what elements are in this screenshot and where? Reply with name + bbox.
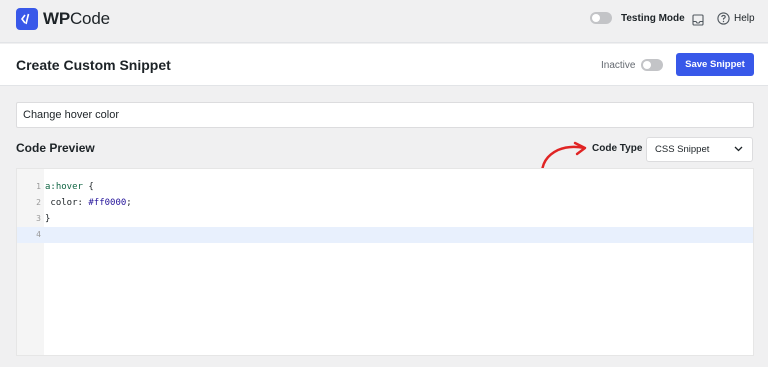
code-type-label: Code Type: [592, 143, 643, 154]
line-number: 1: [36, 182, 41, 191]
code-line[interactable]: 1 a:hover {: [17, 179, 753, 195]
logo-text: WPCode: [43, 9, 110, 28]
line-number: 3: [36, 214, 41, 223]
code-editor[interactable]: 1 a:hover { 2 color: #ff0000; 3 } 4: [16, 168, 754, 356]
snippet-status[interactable]: Inactive: [601, 59, 664, 71]
save-snippet-button[interactable]: Save Snippet: [676, 53, 754, 76]
wpcode-logo[interactable]: WPCode: [16, 8, 110, 30]
help-link[interactable]: Help: [717, 12, 755, 25]
testing-mode-label: Testing Mode: [621, 12, 685, 24]
snippet-title-input[interactable]: [16, 102, 754, 128]
page-header: Create Custom Snippet Inactive Save Snip…: [0, 44, 768, 86]
code-text: color: #ff0000;: [45, 198, 132, 208]
testing-mode-switch[interactable]: [590, 12, 612, 24]
code-line-active[interactable]: 4: [17, 227, 753, 243]
top-bar: WPCode Testing Mode Help: [0, 0, 768, 43]
code-line[interactable]: 2 color: #ff0000;: [17, 195, 753, 211]
chevron-down-icon: [734, 146, 743, 152]
line-number: 4: [36, 230, 41, 239]
help-label: Help: [734, 13, 755, 24]
code-text: a:hover {: [45, 182, 94, 192]
inbox-icon[interactable]: [692, 13, 704, 31]
code-line[interactable]: 3 }: [17, 211, 753, 227]
line-number: 2: [36, 198, 41, 207]
code-bracket-icon: [16, 8, 38, 30]
code-type-select[interactable]: CSS Snippet: [646, 137, 753, 162]
question-circle-icon: [717, 12, 730, 25]
active-toggle[interactable]: [641, 59, 664, 71]
testing-mode-toggle[interactable]: Testing Mode: [590, 12, 685, 24]
code-preview-title: Code Preview: [16, 141, 95, 155]
code-type-value: CSS Snippet: [655, 144, 710, 155]
page-title: Create Custom Snippet: [16, 57, 171, 73]
status-label: Inactive: [601, 59, 636, 71]
code-text: }: [45, 214, 51, 224]
